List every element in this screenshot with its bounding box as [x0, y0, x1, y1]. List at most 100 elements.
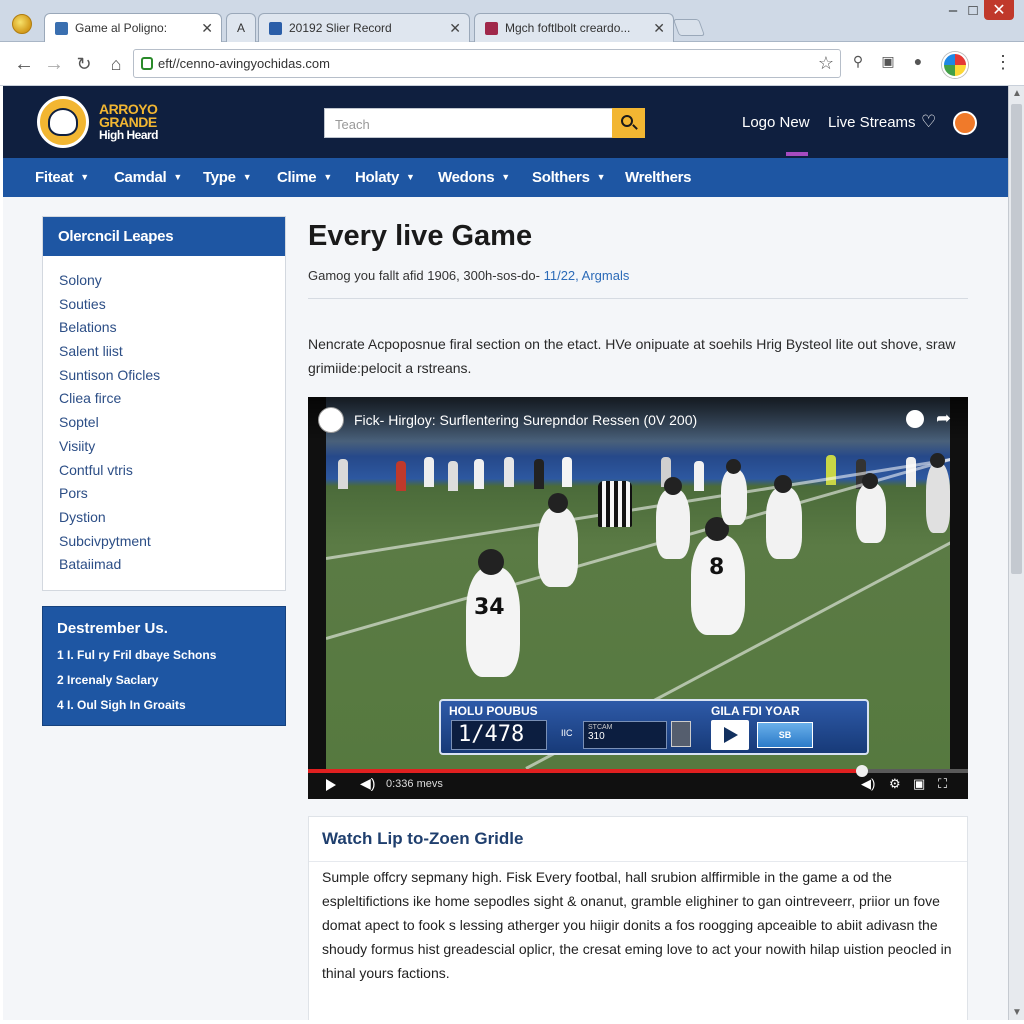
play-icon[interactable] [326, 779, 336, 791]
tab-active[interactable]: Game al Poligno: ✕ [44, 13, 222, 43]
forward-arrow-icon[interactable]: → [40, 50, 68, 78]
share-icon[interactable]: ➦ [936, 408, 951, 429]
sidebar-item[interactable]: Souties [43, 294, 285, 318]
main-nav: Fiteat ▼ Camdal ▼ Type ▼ Clime ▼ Holaty ▼ Wed… [3, 158, 1008, 197]
nav-item-clime[interactable]: Clime ▼ [277, 169, 332, 186]
tab-close-icon[interactable]: ✕ [449, 20, 461, 37]
sidebar-item[interactable]: Subcivpytment [43, 531, 285, 555]
scoreboard-icon [671, 721, 691, 747]
referee-figure [598, 481, 632, 527]
sidebar-box-item[interactable]: 4 I. Oul Sigh In Groaits [43, 695, 285, 720]
header-link-logo-new[interactable]: Logo New [742, 114, 810, 131]
school-logo-icon[interactable] [37, 96, 89, 148]
player-figure: 34 [466, 549, 520, 677]
search-input[interactable]: Teach [324, 108, 614, 138]
extension-icon[interactable]: ● [908, 53, 928, 73]
new-tab-button[interactable] [672, 19, 706, 36]
sidebar-item[interactable]: Dystion [43, 507, 285, 531]
scroll-down-icon[interactable]: ▼ [1012, 1007, 1022, 1018]
scoreboard-score: 1/478 [451, 720, 547, 750]
video-player[interactable]: 34 8 HOLU POUBUS GILA FDI YOAR 1/478 IIC… [308, 397, 968, 799]
menu-dots-icon[interactable]: ⋮ [994, 52, 1012, 73]
video-title-bar: Fick- Hirgloy: Surflentering Surepndor R… [308, 397, 968, 441]
maximize-button[interactable]: □ [960, 2, 986, 19]
chevron-down-icon: ▼ [80, 172, 89, 182]
channel-avatar-icon[interactable] [318, 407, 344, 433]
tab-small[interactable]: A [226, 13, 256, 42]
miniplayer-icon[interactable]: ▣ [913, 776, 925, 792]
header-link-live-streams[interactable]: Live Streams [828, 114, 916, 131]
sidebar-box-item[interactable]: 1 I. Ful ry Fril dbaye Schons [43, 645, 285, 670]
divider [309, 861, 967, 862]
profile-avatar-icon[interactable] [942, 52, 968, 78]
scrollbar-thumb[interactable] [1011, 104, 1022, 574]
tab-football[interactable]: Mgch foftlbolt creardo... ✕ [474, 13, 674, 42]
player-figure [656, 477, 690, 559]
sidebar-item[interactable]: Solony [43, 270, 285, 294]
sidebar-item[interactable]: Bataiimad [43, 554, 285, 578]
tab-close-icon[interactable]: ✕ [201, 20, 213, 37]
scoreboard-quarter: IIC [561, 728, 573, 738]
sidebar-item[interactable]: Soptel [43, 412, 285, 436]
watch-later-icon[interactable] [906, 410, 924, 428]
scoreboard-logo: SB [757, 722, 813, 748]
settings-gear-icon[interactable]: ⚙ [889, 776, 901, 792]
subtitle-link[interactable]: 11/22, Argmals [544, 268, 630, 283]
reload-icon[interactable]: ↻ [70, 50, 98, 78]
crowd-figure [448, 461, 458, 491]
article-card: Watch Lip to-Zoen Gridle Sumple offcry s… [308, 816, 968, 1020]
sidebar-box-item[interactable]: 2 Ircenaly Saclary [43, 670, 285, 695]
video-progress-bar[interactable] [308, 765, 968, 777]
sidebar-item[interactable]: Visiity [43, 436, 285, 460]
video-frame[interactable]: 34 8 HOLU POUBUS GILA FDI YOAR 1/478 IIC… [326, 397, 950, 769]
sidebar-item[interactable]: Salent liist [43, 341, 285, 365]
scoreboard-team-left: HOLU POUBUS [449, 704, 538, 718]
page-scrollbar[interactable]: ▲ ▼ [1008, 86, 1024, 1020]
video-time: 0:336 mevs [386, 778, 443, 790]
scoreboard-play-icon[interactable] [711, 720, 749, 750]
crowd-figure [424, 457, 434, 487]
divider [308, 298, 968, 299]
sidebar-title: Olercncil Leapes [43, 217, 285, 256]
search-button[interactable] [612, 108, 645, 138]
nav-item-type[interactable]: Type ▼ [203, 169, 252, 186]
user-avatar-icon[interactable] [953, 111, 977, 135]
crowd-figure [396, 461, 406, 491]
volume-icon[interactable]: ◀) [360, 775, 375, 792]
volume-icon[interactable]: ◀) [861, 776, 875, 792]
sidebar-item[interactable]: Contful vtris [43, 460, 285, 484]
address-url[interactable]: eft//cenno-avingyochidas.com [158, 56, 330, 71]
scroll-up-icon[interactable]: ▲ [1012, 88, 1022, 99]
nav-item-wrelthers[interactable]: Wrelthers [625, 169, 692, 186]
sidebar-item[interactable]: Belations [43, 317, 285, 341]
nav-item-camdal[interactable]: Camdal ▼ [114, 169, 182, 186]
crowd-figure [534, 459, 544, 489]
tab-slier-record[interactable]: 20192 Slier Record ✕ [258, 13, 470, 42]
back-arrow-icon[interactable]: ← [10, 50, 38, 78]
fullscreen-icon[interactable]: ⛶ [938, 776, 947, 792]
nav-item-holaty[interactable]: Holaty ▼ [355, 169, 415, 186]
nav-item-fiteat[interactable]: Fiteat ▼ [35, 169, 89, 186]
heart-icon[interactable]: ♡ [921, 112, 936, 132]
address-bar[interactable]: eft//cenno-avingyochidas.com ☆ [133, 49, 841, 78]
sidebar-item[interactable]: Cliea firce [43, 388, 285, 412]
nav-item-solthers[interactable]: Solthers ▼ [532, 169, 606, 186]
home-icon[interactable]: ⌂ [102, 50, 130, 78]
bookmark-star-icon[interactable]: ☆ [818, 53, 834, 74]
browser-logo-icon [12, 14, 32, 34]
intro-text: Nencrate Acpoposnue firal section on the… [308, 336, 956, 376]
crowd-figure [504, 457, 514, 487]
chevron-down-icon: ▼ [323, 172, 332, 182]
tab-favicon-icon [55, 22, 68, 35]
player-figure [538, 493, 578, 587]
crowd-figure [562, 457, 572, 487]
close-window-button[interactable]: ✕ [984, 0, 1014, 20]
extension-icon[interactable]: ▣ [878, 53, 898, 73]
nav-item-wedons[interactable]: Wedons ▼ [438, 169, 510, 186]
video-title[interactable]: Fick- Hirgloy: Surflentering Surepndor R… [354, 412, 697, 428]
sidebar-item[interactable]: Pors [43, 483, 285, 507]
school-logo-text[interactable]: ARROYO GRANDE High Heard [99, 102, 219, 142]
extension-icon[interactable]: ⚲ [848, 53, 868, 73]
tab-close-icon[interactable]: ✕ [653, 20, 665, 37]
sidebar-item[interactable]: Suntison Oficles [43, 365, 285, 389]
